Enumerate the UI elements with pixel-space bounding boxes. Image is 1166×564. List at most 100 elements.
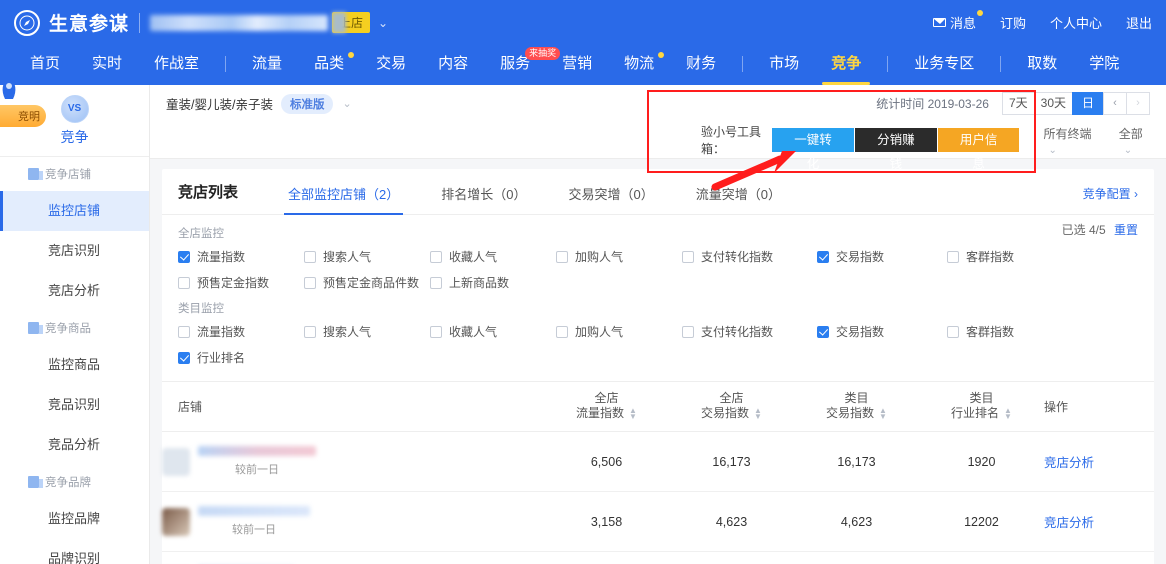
group-label-category: 类目监控 <box>178 303 224 315</box>
checkbox-industry-rank[interactable]: 行业排名 <box>178 349 304 366</box>
checkbox-presale-deposit-index[interactable]: 预售定金指数 <box>178 274 304 291</box>
checkbox-new-item-count[interactable]: 上新商品数 <box>430 274 556 291</box>
sidebar-group-competitor-brands: 竞争品牌 <box>0 465 149 499</box>
reset-link[interactable]: 重置 <box>1114 223 1138 237</box>
cell-cat-trade-index: 4,623 <box>794 491 919 552</box>
tab-trade-surge[interactable]: 交易突增（0） <box>558 184 663 214</box>
prev-date-button[interactable]: ‹ <box>1103 92 1127 115</box>
nav-item-traffic[interactable]: 流量 <box>236 44 298 84</box>
checkbox-row: 流量指数 搜索人气 收藏人气 加购人气 支付转化指数 交易指数 客群指数 <box>178 323 1138 340</box>
orders-link[interactable]: 订购 <box>1000 13 1026 32</box>
sort-icon[interactable]: ▲ ▼ <box>879 406 887 420</box>
rocket-float-icon[interactable] <box>0 75 22 105</box>
sidebar-item-shop-analysis[interactable]: 竞店分析 <box>0 271 149 311</box>
checkbox-box <box>556 250 568 263</box>
range-30days-button[interactable]: 30天 <box>1033 92 1073 115</box>
compass-logo-icon <box>14 9 40 36</box>
next-date-button[interactable]: › <box>1126 92 1150 115</box>
th-cat-industry-rank[interactable]: 类目 行业排名 ▲ ▼ <box>919 381 1044 432</box>
nav-item-trade[interactable]: 交易 <box>360 44 422 84</box>
th-cat-trade-index[interactable]: 类目 交易指数 ▲ ▼ <box>794 381 919 432</box>
shop-analysis-link[interactable]: 竞店分析 <box>1044 456 1094 470</box>
nav-item-realtime[interactable]: 实时 <box>76 44 138 84</box>
app-root: 生意参谋 上店 ⌄ 消息 订购 个人中心 退出 首页 实时 作战室 流量 品类 … <box>0 0 1166 564</box>
tab-traffic-surge[interactable]: 流量突增（0） <box>686 184 791 214</box>
nav-item-home[interactable]: 首页 <box>14 44 76 84</box>
brand-divider <box>139 12 141 33</box>
table-row: 较前一日 6,506 16,173 16,173 1920 竞店分析 <box>162 431 1154 492</box>
nav-item-category[interactable]: 品类 <box>298 44 360 84</box>
checkbox-box <box>430 325 442 338</box>
th-whole-trade-index[interactable]: 全店 交易指数 ▲ ▼ <box>669 381 794 432</box>
nav-item-warroom[interactable]: 作战室 <box>138 44 215 84</box>
sidebar-item-monitor-brands[interactable]: 监控品牌 <box>0 499 149 539</box>
sidebar: 竞明 VS 竞争 竞争店铺 监控店铺 竞店识别 竞店分析 竞争商品 监控商品 竞… <box>0 77 150 564</box>
sidebar-group-competitor-shops: 竞争店铺 <box>0 157 149 191</box>
table-row: 较前一日 708 1,875 539 60614 竞店分析 <box>162 551 1154 564</box>
competition-config-link[interactable]: 竞争配置 › <box>1083 185 1138 214</box>
shop-analysis-link[interactable]: 竞店分析 <box>1044 516 1094 530</box>
logout-link[interactable]: 退出 <box>1126 13 1152 32</box>
checkbox-whole-pay-conversion-index[interactable]: 支付转化指数 <box>682 248 817 265</box>
checkbox-cat-pay-conversion-index[interactable]: 支付转化指数 <box>682 323 817 340</box>
th-whole-traffic-index[interactable]: 全店 流量指数 ▲ ▼ <box>544 381 669 432</box>
shop-type-tag: 上店 <box>332 12 371 33</box>
range-7days-button[interactable]: 7天 <box>1001 92 1035 115</box>
sort-icon[interactable]: ▲ ▼ <box>1004 406 1012 420</box>
checkbox-whole-customer-index[interactable]: 客群指数 <box>947 248 1014 265</box>
shop-avatar-redacted <box>162 507 190 536</box>
chevron-down-icon[interactable]: ⌄ <box>342 97 351 110</box>
checkbox-presale-deposit-item-count[interactable]: 预售定金商品件数 <box>304 274 430 291</box>
sidebar-item-monitor-products[interactable]: 监控商品 <box>0 345 149 385</box>
sidebar-item-product-identify[interactable]: 竞品识别 <box>0 385 149 425</box>
cell-cat-industry-rank: 1920 <box>919 431 1044 492</box>
sidebar-item-monitor-shops[interactable]: 监控店铺 <box>0 191 149 231</box>
sidebar-item-brand-identify[interactable]: 品牌识别 <box>0 539 149 564</box>
nav-item-data-fetch[interactable]: 取数 <box>1011 44 1073 84</box>
sidebar-item-product-analysis[interactable]: 竞品分析 <box>0 425 149 465</box>
all-select[interactable]: 全部⌄ <box>1119 125 1150 156</box>
nav-item-market[interactable]: 市场 <box>753 44 815 84</box>
checkbox-whole-traffic-index[interactable]: 流量指数 <box>178 248 304 265</box>
nav-item-finance[interactable]: 财务 <box>670 44 732 84</box>
messages-link[interactable]: 消息 <box>932 10 983 32</box>
profile-link[interactable]: 个人中心 <box>1050 13 1102 32</box>
checkbox-cat-customer-index[interactable]: 客群指数 <box>947 323 1014 340</box>
terminal-select[interactable]: 所有终端⌄ <box>1043 125 1094 156</box>
cell-whole-trade-index: 16,173 <box>669 431 794 492</box>
checkbox-cat-search-popularity[interactable]: 搜索人气 <box>304 323 430 340</box>
checkbox-box <box>682 250 694 263</box>
orders-label: 订购 <box>999 16 1026 31</box>
range-day-button[interactable]: 日 <box>1072 92 1104 115</box>
checkbox-cat-favorite-popularity[interactable]: 收藏人气 <box>430 323 556 340</box>
sort-icon[interactable]: ▲ ▼ <box>754 406 762 420</box>
nav-item-competition[interactable]: 竞争 <box>815 44 877 84</box>
tab-rank-growth[interactable]: 排名增长（0） <box>431 184 536 214</box>
checkbox-whole-cart-popularity[interactable]: 加购人气 <box>556 248 682 265</box>
checkbox-whole-favorite-popularity[interactable]: 收藏人气 <box>430 248 556 265</box>
nav-divider-3 <box>887 55 889 72</box>
distribution-earn-button[interactable]: 分销赚钱 <box>854 128 937 171</box>
nav-item-marketing[interactable]: 营销 <box>546 44 608 84</box>
nav-item-logistics[interactable]: 物流 <box>608 44 670 84</box>
logout-label: 退出 <box>1125 16 1152 31</box>
sidebar-item-shop-identify[interactable]: 竞店识别 <box>0 231 149 271</box>
one-click-convert-button[interactable]: 一键转化 <box>772 128 854 171</box>
checkbox-cat-cart-popularity[interactable]: 加购人气 <box>556 323 682 340</box>
user-info-button[interactable]: 用户信息 <box>937 128 1020 171</box>
shop-switch-chevron-icon[interactable]: ⌄ <box>378 16 388 30</box>
tab-all-monitored-shops[interactable]: 全部监控店铺（2） <box>278 184 409 215</box>
checkbox-cat-traffic-index[interactable]: 流量指数 <box>178 323 304 340</box>
nav-item-service[interactable]: 服务 来抽奖 <box>484 44 561 84</box>
sort-icon[interactable]: ▲ ▼ <box>629 406 637 420</box>
nav-item-business-zone[interactable]: 业务专区 <box>898 44 990 84</box>
nav-item-content[interactable]: 内容 <box>422 44 484 84</box>
checkbox-whole-trade-index[interactable]: 交易指数 <box>817 248 947 265</box>
nav-item-academy[interactable]: 学院 <box>1073 44 1135 84</box>
shop-compare-label: 较前一日 <box>235 464 279 476</box>
nav-divider-1 <box>225 55 227 72</box>
float-tip-badge[interactable]: 竞明 <box>0 105 46 127</box>
envelope-icon <box>932 18 946 27</box>
checkbox-cat-trade-index[interactable]: 交易指数 <box>817 323 947 340</box>
checkbox-whole-search-popularity[interactable]: 搜索人气 <box>304 248 430 265</box>
